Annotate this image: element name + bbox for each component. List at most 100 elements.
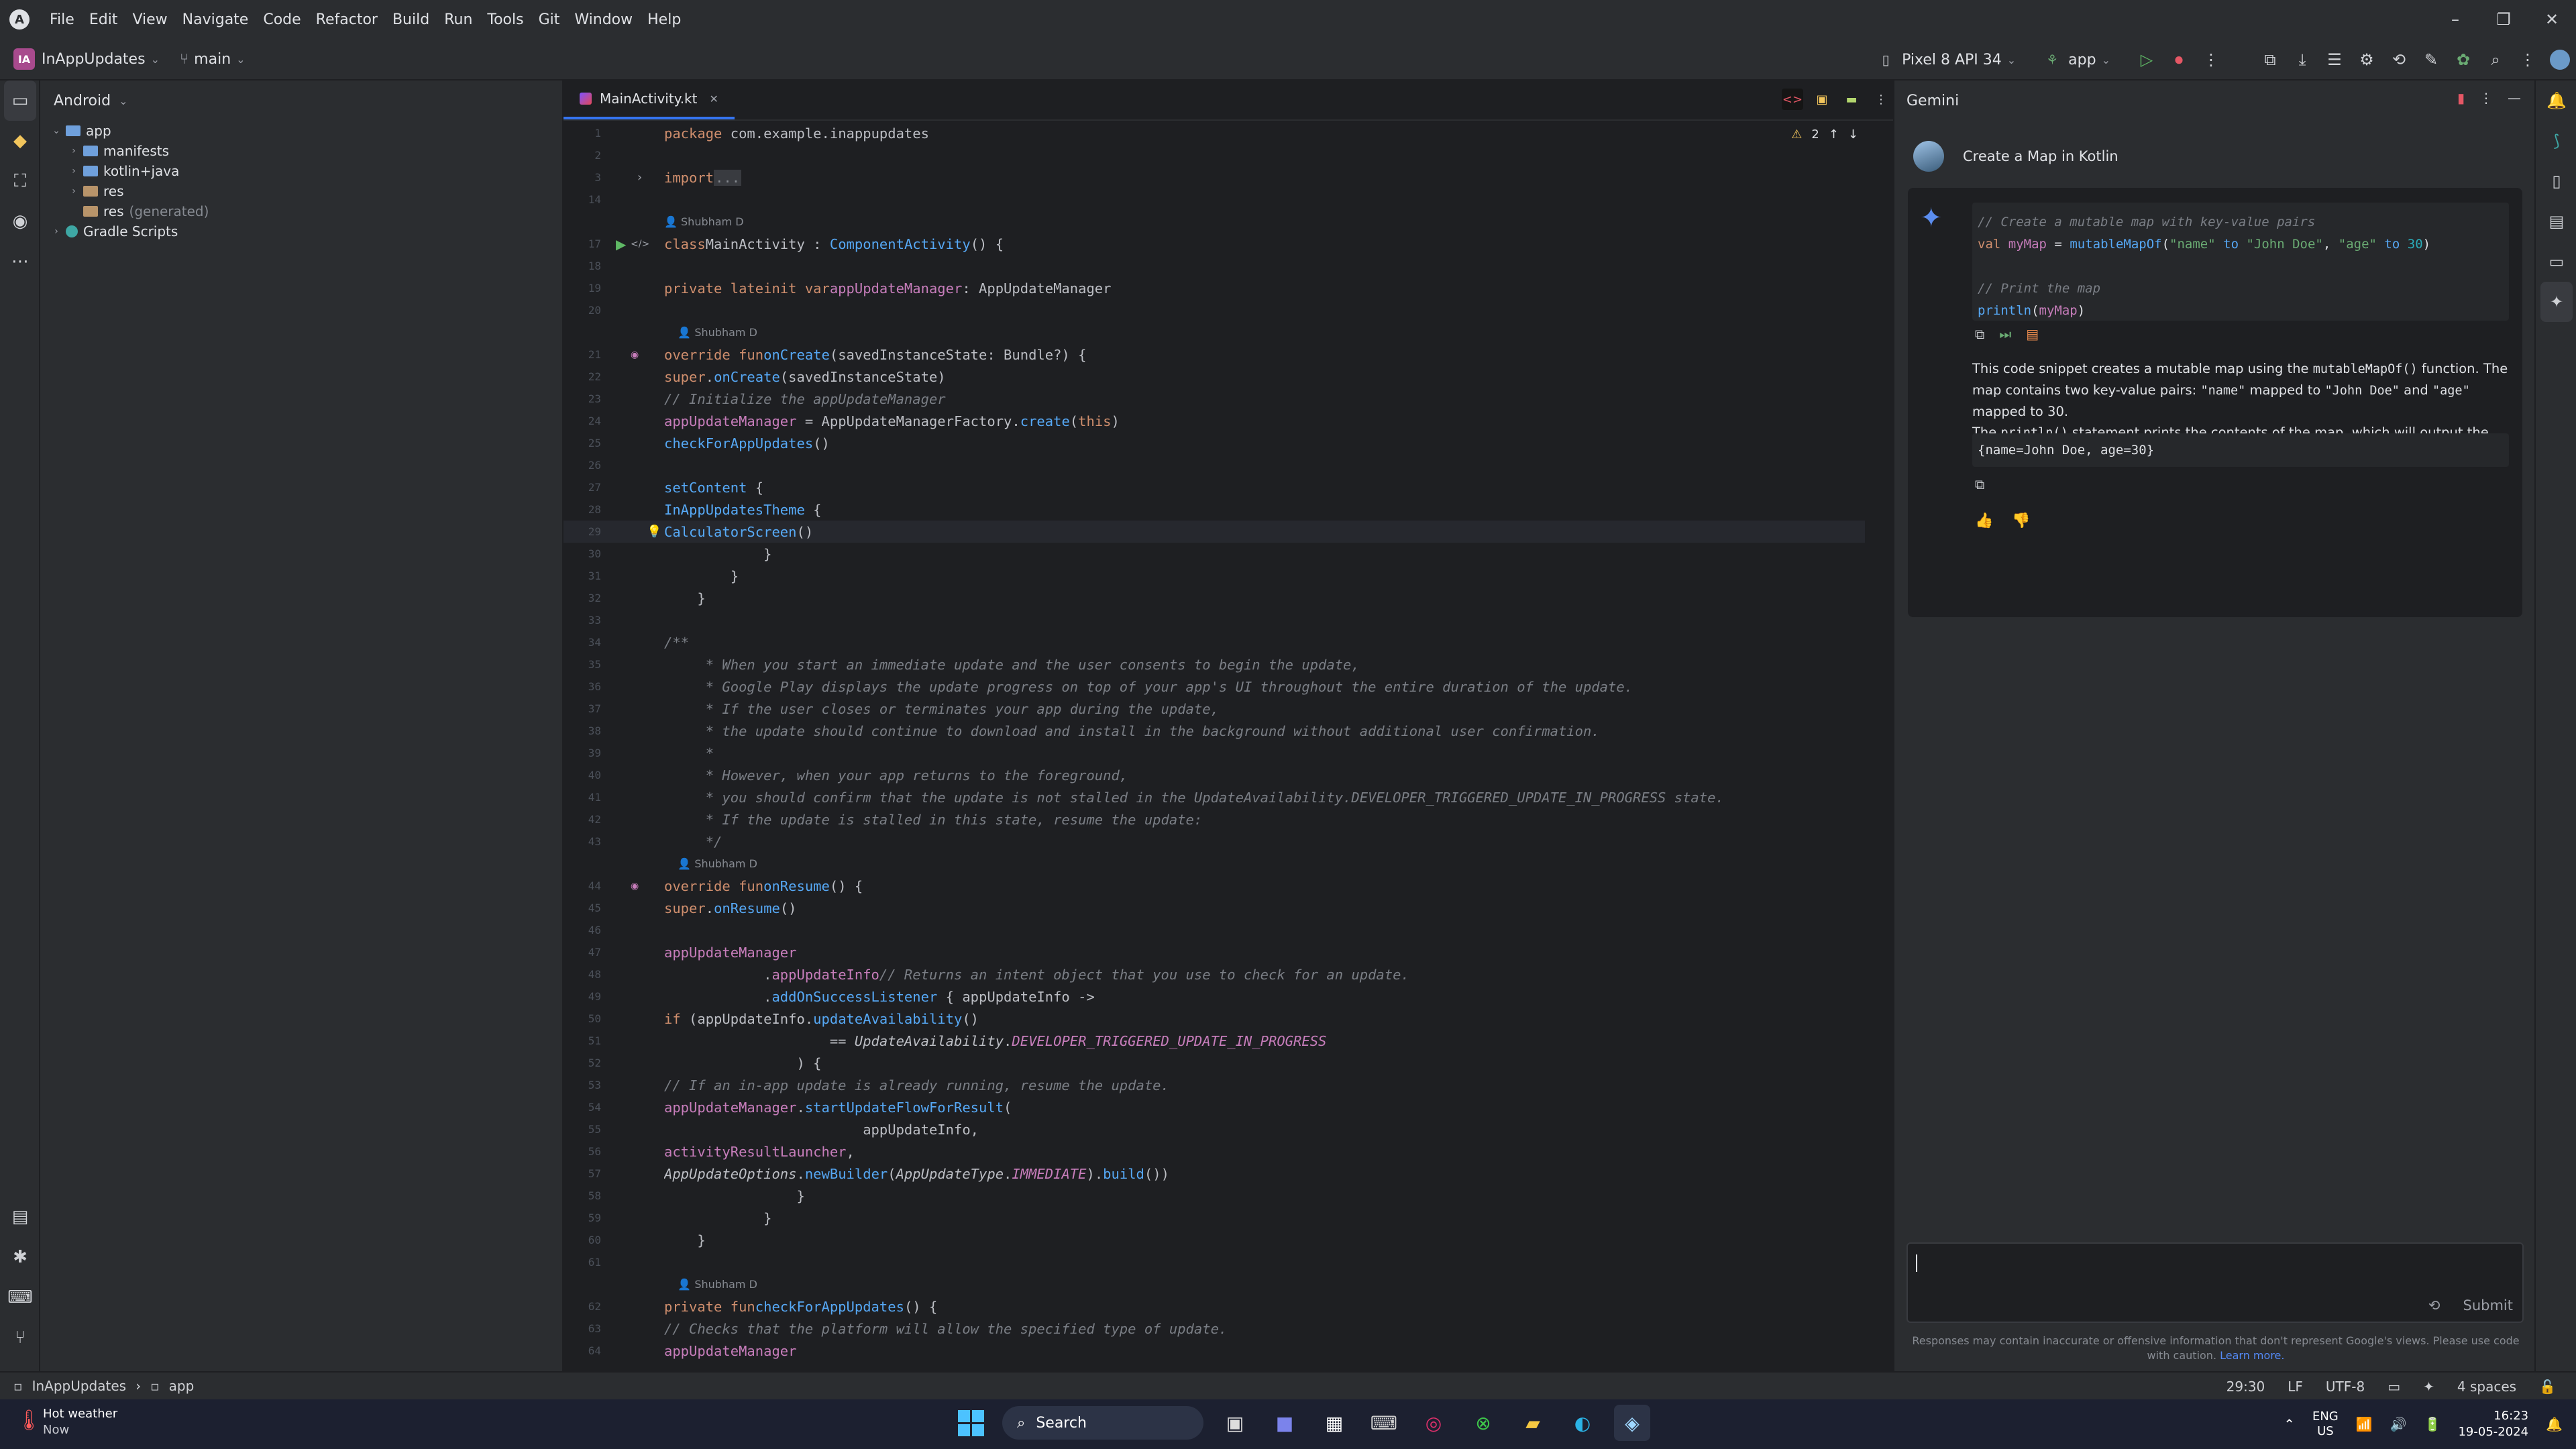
chevron-up-icon[interactable]: ⌃	[2284, 1416, 2295, 1432]
copy-icon[interactable]: ⧉	[1975, 476, 1984, 492]
tree-item-res[interactable]: › res	[40, 181, 562, 201]
lock-icon[interactable]: 🔓	[2539, 1379, 2556, 1395]
run-config-selector[interactable]: app	[2068, 52, 2096, 68]
learn-more-link[interactable]: Learn more.	[2220, 1349, 2284, 1362]
run-icon[interactable]: ▷	[2131, 44, 2163, 76]
more-actions-icon[interactable]: ⋮	[2195, 44, 2227, 76]
instagram-icon[interactable]: ◎	[1415, 1405, 1452, 1441]
design-view-icon[interactable]: ▬	[1841, 89, 1862, 110]
tree-item-manifests[interactable]: › manifests	[40, 141, 562, 161]
code-gutter-icon[interactable]: </>	[631, 239, 649, 250]
volume-icon[interactable]: 🔊	[2390, 1416, 2407, 1432]
search-icon[interactable]: ⌕	[2479, 44, 2512, 76]
split-view-icon[interactable]: ▣	[1811, 89, 1833, 110]
tree-item-app[interactable]: ⌄ app	[40, 121, 562, 141]
project-view-selector[interactable]: Android	[54, 93, 111, 109]
history-icon[interactable]: ⟲	[2428, 1297, 2440, 1313]
menu-run[interactable]: Run	[444, 11, 472, 28]
sdk-manager-icon[interactable]: ⤓	[2286, 44, 2318, 76]
prompt-input[interactable]: ⟲ Submit	[1907, 1242, 2524, 1323]
readonly-toggle-icon[interactable]: ▭	[2387, 1379, 2400, 1395]
menu-help[interactable]: Help	[647, 11, 681, 28]
indent-setting[interactable]: 4 spaces	[2457, 1379, 2516, 1395]
battery-icon[interactable]: 🔋	[2424, 1416, 2441, 1432]
debug-icon[interactable]: ⏺	[2163, 44, 2195, 76]
run-gutter-icon[interactable]: ▶	[616, 236, 626, 252]
branch-selector[interactable]: main	[194, 51, 231, 68]
settings-icon[interactable]: ⋮	[2512, 44, 2544, 76]
layout-inspector-icon[interactable]: ☰	[2318, 44, 2351, 76]
lightbulb-icon[interactable]: 💡	[647, 525, 661, 539]
structure-icon[interactable]: ⛶	[0, 161, 40, 201]
commit-icon[interactable]: ◆	[0, 121, 40, 161]
override-gutter-icon[interactable]: ◉	[631, 881, 639, 892]
caret-position[interactable]: 29:30	[2226, 1379, 2265, 1395]
maximize-icon[interactable]: ❐	[2479, 0, 2528, 39]
android-studio-taskbar-icon[interactable]: ◈	[1614, 1405, 1650, 1441]
code-area[interactable]: package com.example.inappupdates import …	[664, 122, 1865, 1371]
task-view-icon[interactable]: ▣	[1217, 1405, 1253, 1441]
menu-git[interactable]: Git	[539, 11, 560, 28]
project-view-header[interactable]: Android ⌄	[40, 80, 562, 121]
minimize-icon[interactable]: –	[2431, 0, 2479, 39]
teams-icon[interactable]: ■	[1267, 1405, 1303, 1441]
wifi-icon[interactable]: 📶	[2356, 1416, 2373, 1432]
bug-icon[interactable]: ⚙	[2351, 44, 2383, 76]
breadcrumb-project[interactable]: InAppUpdates	[32, 1378, 127, 1394]
taskbar-search[interactable]: ⌕ Search	[1002, 1406, 1203, 1440]
store-icon[interactable]: ▦	[1316, 1405, 1352, 1441]
breadcrumb-module[interactable]: app	[169, 1378, 195, 1394]
menu-code[interactable]: Code	[263, 11, 301, 28]
close-icon[interactable]: ✕	[2528, 0, 2576, 39]
logcat-icon[interactable]: ▤	[0, 1197, 40, 1237]
notifications-icon[interactable]: 🔔	[2536, 80, 2576, 121]
terminal-icon[interactable]: ⌨	[0, 1277, 40, 1318]
windows-start-icon[interactable]	[953, 1405, 989, 1441]
copy-icon[interactable]: ⧉	[1975, 326, 1984, 342]
insert-at-caret-icon[interactable]: ⏭	[1999, 326, 2011, 342]
ai-status-icon[interactable]: ✦	[2423, 1379, 2434, 1395]
more-tools-icon[interactable]: ⋯	[0, 241, 40, 282]
file-encoding[interactable]: UTF-8	[2326, 1379, 2365, 1395]
gemini-icon[interactable]: ✦	[2540, 282, 2573, 322]
device-manager-icon[interactable]: ⧉	[2254, 44, 2286, 76]
delete-icon[interactable]: ▮	[2457, 90, 2465, 106]
device-file-explorer-icon[interactable]: ▯	[2536, 161, 2576, 201]
xbox-icon[interactable]: ⊗	[1465, 1405, 1501, 1441]
build-icon[interactable]: ✎	[2415, 44, 2447, 76]
menu-navigate[interactable]: Navigate	[182, 11, 249, 28]
gradle-icon[interactable]: ⟆	[2536, 121, 2576, 161]
more-icon[interactable]: ⋮	[1870, 89, 1892, 110]
sync-icon[interactable]: ⟲	[2383, 44, 2415, 76]
fold-arrow-icon[interactable]: ›	[637, 170, 642, 184]
file-explorer-icon[interactable]: ▰	[1515, 1405, 1551, 1441]
tab-main-activity[interactable]: MainActivity.kt ✕	[564, 80, 735, 119]
menu-window[interactable]: Window	[574, 11, 633, 28]
language-indicator[interactable]: ENG US	[2312, 1409, 2339, 1439]
line-separator[interactable]: LF	[2288, 1379, 2303, 1395]
override-gutter-icon[interactable]: ◉	[631, 350, 639, 360]
project-view-icon[interactable]: ▭	[4, 80, 36, 121]
weather-widget[interactable]: 🌡 Hot weather Now	[16, 1406, 117, 1438]
account-avatar-icon[interactable]	[2544, 44, 2576, 76]
app-inspection-icon[interactable]: ✱	[0, 1237, 40, 1277]
edge-icon[interactable]: ◐	[1564, 1405, 1601, 1441]
github-icon[interactable]: ◉	[0, 201, 40, 241]
close-tab-icon[interactable]: ✕	[709, 93, 718, 105]
tree-item-kotlin-java[interactable]: › kotlin+java	[40, 161, 562, 181]
thumbs-up-icon[interactable]: 👍	[1975, 513, 1993, 529]
device-manager-icon[interactable]: ▭	[2536, 241, 2576, 282]
new-file-icon[interactable]: ▤	[2026, 326, 2039, 342]
device-selector[interactable]: Pixel 8 API 34	[1902, 52, 2002, 68]
menu-build[interactable]: Build	[392, 11, 429, 28]
menu-tools[interactable]: Tools	[487, 11, 523, 28]
menu-refactor[interactable]: Refactor	[316, 11, 378, 28]
profiler-icon[interactable]: ✿	[2447, 44, 2479, 76]
tree-item-gradle-scripts[interactable]: › Gradle Scripts	[40, 221, 562, 241]
menu-edit[interactable]: Edit	[89, 11, 118, 28]
clock[interactable]: 16:23 19-05-2024	[2458, 1408, 2528, 1440]
code-view-icon[interactable]: <>	[1782, 89, 1803, 110]
project-selector[interactable]: InAppUpdates	[42, 51, 146, 68]
terminal-app-icon[interactable]: ⌨	[1366, 1405, 1402, 1441]
thumbs-down-icon[interactable]: 👎	[2012, 513, 2030, 529]
